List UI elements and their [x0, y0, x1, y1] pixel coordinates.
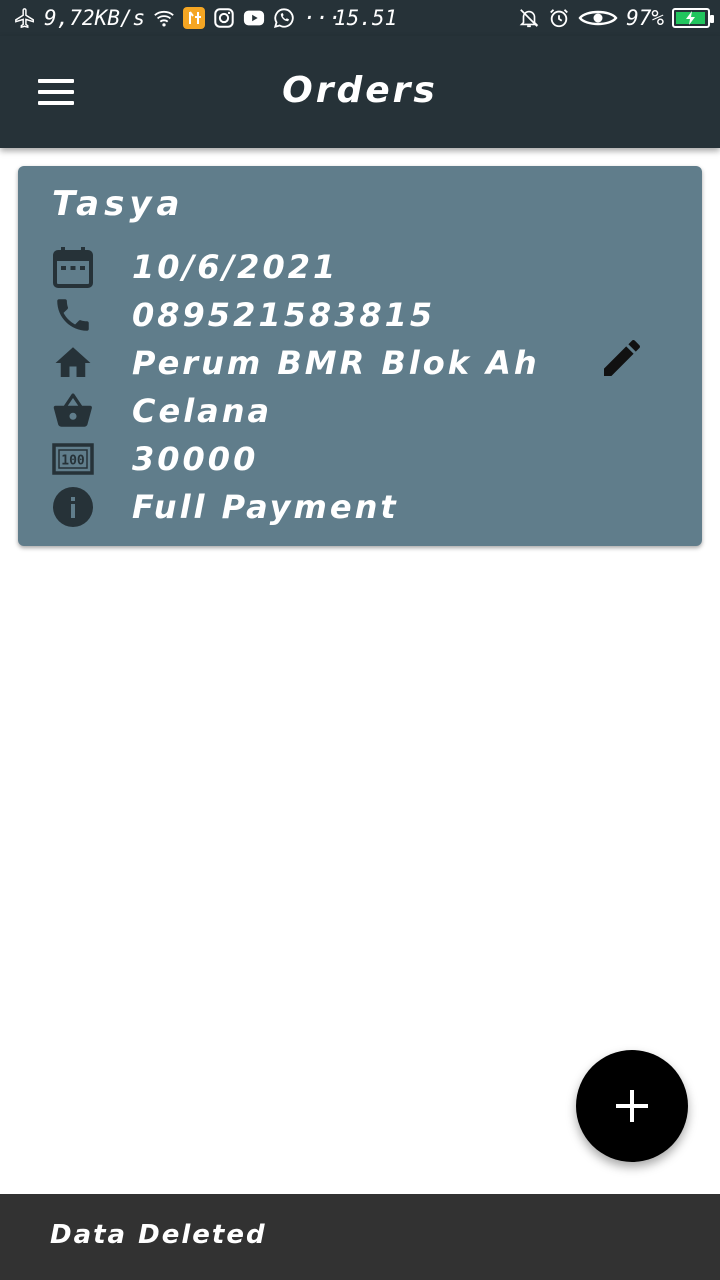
order-address-row: Perum BMR Blok Ah	[52, 340, 612, 384]
instagram-icon	[214, 8, 234, 28]
customer-name: Tasya	[52, 184, 185, 224]
order-payment-row: Full Payment	[52, 484, 612, 528]
status-bar-time: 15.51	[334, 6, 398, 30]
edit-pencil-icon[interactable]	[598, 334, 646, 382]
calendar-icon	[53, 247, 93, 288]
battery-percent: 97%	[626, 6, 664, 30]
order-item: Celana	[132, 392, 273, 430]
wifi-icon	[154, 10, 174, 27]
battery-icon	[672, 8, 714, 28]
order-address: Perum BMR Blok Ah	[132, 344, 540, 382]
page-title: Orders	[282, 70, 438, 111]
silent-bell-icon	[519, 9, 539, 28]
order-item-row: Celana	[52, 388, 612, 432]
pencil-glyph	[604, 340, 640, 376]
status-bar: 9,72KB/s ··· 15.51 97%	[0, 0, 720, 36]
app-badge-icon	[183, 7, 206, 29]
order-date: 10/6/2021	[132, 248, 339, 286]
order-price: 30000	[132, 440, 259, 478]
charging-bolt-icon	[686, 11, 695, 25]
alarm-icon	[550, 9, 568, 28]
home-icon	[55, 347, 91, 377]
network-speed: 9,72KB/s	[44, 6, 146, 30]
whatsapp-icon	[274, 8, 294, 29]
phone-icon	[57, 299, 89, 331]
order-card[interactable]: Tasya 10/6/2021 089521583815 Perum BMR B…	[18, 166, 702, 546]
airplane-icon	[15, 8, 34, 29]
status-bar-right: 97%	[518, 4, 714, 32]
info-icon	[53, 487, 93, 527]
order-phone: 089521583815	[132, 296, 436, 334]
svg-text:100: 100	[61, 454, 85, 469]
plus-icon	[616, 1090, 648, 1122]
youtube-icon	[244, 10, 265, 26]
snackbar: Data Deleted	[0, 1194, 720, 1280]
order-payment-status: Full Payment	[132, 488, 399, 526]
eye-icon	[578, 10, 618, 26]
battery-cap	[710, 15, 714, 23]
status-bar-left: 9,72KB/s ···	[14, 4, 341, 32]
order-date-row: 10/6/2021	[52, 244, 612, 288]
add-order-button[interactable]	[576, 1050, 688, 1162]
order-phone-row: 089521583815	[52, 292, 612, 336]
order-price-row: 100 30000	[52, 436, 612, 480]
app-bar: Orders	[0, 36, 720, 148]
snackbar-message: Data Deleted	[50, 1220, 267, 1250]
counter-100-icon: 100	[52, 443, 94, 475]
basket-icon	[53, 393, 92, 427]
